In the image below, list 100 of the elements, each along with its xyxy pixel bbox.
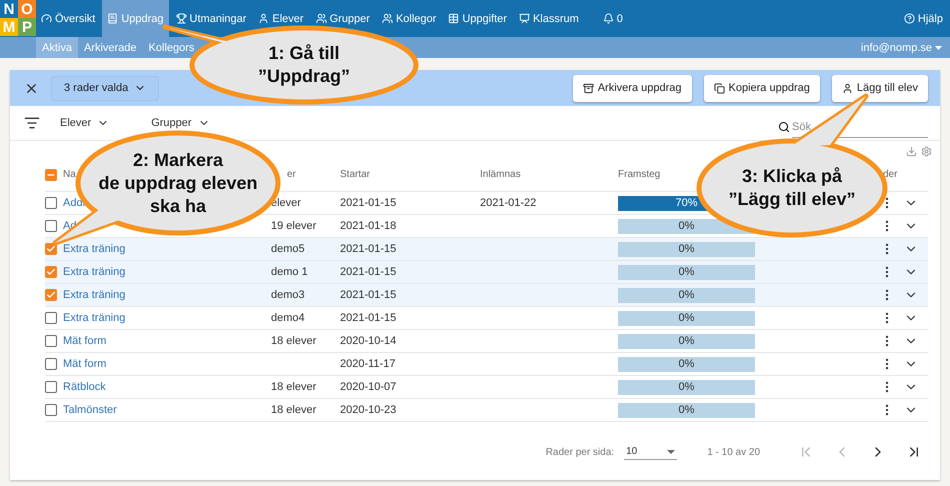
table-cell: 2021-01-15 <box>340 243 396 255</box>
filter-dropdown[interactable]: Elever <box>54 116 116 130</box>
progress-text: 0% <box>678 266 694 278</box>
table-cell: 18 elever <box>271 381 316 393</box>
assignment-link[interactable]: Extra träning <box>63 243 126 255</box>
progress-text: 0% <box>678 312 694 324</box>
page-range: 1 - 10 av 20 <box>707 446 760 458</box>
progress-text: 0% <box>678 220 694 232</box>
column-header: der <box>883 169 898 180</box>
table-cell: 2020-10-14 <box>340 335 396 347</box>
archive-icon <box>582 82 594 94</box>
bell-icon <box>602 13 614 24</box>
nav-item[interactable]: Grupper <box>310 0 375 37</box>
book-icon <box>107 13 118 24</box>
nav-item[interactable]: Uppgifter <box>443 0 512 37</box>
check-icon <box>46 290 56 300</box>
download-icon[interactable] <box>906 146 917 157</box>
table-cell: 2021-01-15 <box>340 266 396 278</box>
action-button[interactable]: Lägg till elev <box>832 74 928 102</box>
table-cell: demo5 <box>271 243 305 255</box>
sub-tab[interactable]: Arkiverade <box>78 37 143 58</box>
rows-per-page-label: Rader per sida: <box>546 446 614 458</box>
nav-item[interactable]: Översikt <box>36 0 100 37</box>
logo-letter: P <box>18 18 36 36</box>
table-cell: 18 elever <box>271 404 316 416</box>
person-icon <box>258 13 270 24</box>
table-cell: 19 elever <box>271 220 316 232</box>
nav-item[interactable]: Kollegor <box>376 0 442 37</box>
rows-per-page-select[interactable]: 10 <box>624 444 678 460</box>
checkbox[interactable] <box>45 220 57 232</box>
checkbox[interactable] <box>45 404 57 416</box>
logo-letter: O <box>18 0 36 18</box>
settings-icon[interactable] <box>921 146 932 157</box>
column-header: Inlämnas <box>480 169 521 180</box>
table-cell: demo3 <box>271 289 305 301</box>
selection-dropdown[interactable]: 3 rader valda <box>51 76 160 100</box>
nav-item[interactable]: 0 <box>598 0 628 37</box>
nav-item[interactable]: Uppdrag <box>102 0 169 37</box>
assignment-link[interactable]: Rätblock <box>63 381 106 393</box>
copy-icon <box>714 82 724 94</box>
account-menu[interactable]: info@nomp.se <box>860 37 950 58</box>
nav-item[interactable]: Utmaningar <box>170 0 252 37</box>
checkbox[interactable] <box>45 289 57 301</box>
assignment-link[interactable]: Mät form <box>63 335 106 347</box>
column-header: Framsteg <box>618 169 660 180</box>
progress-text: 0% <box>678 243 694 255</box>
check-icon <box>46 267 56 277</box>
checkbox[interactable] <box>45 381 57 393</box>
assignment-link[interactable]: Mät form <box>63 358 106 370</box>
caret-icon <box>935 46 942 50</box>
table-cell: 2021-01-18 <box>340 220 396 232</box>
assignment-link[interactable]: Extra träning <box>63 289 126 301</box>
table-cell: 2021-01-15 <box>340 197 396 209</box>
help-icon <box>904 13 915 24</box>
table-cell: 2021-01-22 <box>480 197 536 209</box>
assignment-link[interactable]: Extra träning <box>63 312 126 324</box>
column-header: Na <box>63 169 76 180</box>
progress-text: 0% <box>678 335 694 347</box>
caret-icon <box>667 450 676 454</box>
progress-text: 70% <box>675 197 698 209</box>
column-header: er <box>287 169 296 180</box>
table-cell: 2020-10-07 <box>340 381 396 393</box>
person-icon <box>842 82 853 94</box>
table-icon <box>448 13 460 24</box>
search-icon <box>778 121 790 133</box>
callout-text: 3: Klicka på ”Lägg till elev” <box>728 165 856 211</box>
table-cell: 2020-10-23 <box>340 404 396 416</box>
table-cell: 18 elever <box>271 335 316 347</box>
filter-dropdown[interactable]: Grupper <box>145 116 216 130</box>
trophy-icon <box>176 13 187 24</box>
people-icon <box>316 13 327 24</box>
help-link[interactable]: Hjälp <box>898 0 948 37</box>
checkbox[interactable] <box>45 335 57 347</box>
filter-icon[interactable] <box>24 115 40 131</box>
people-icon <box>382 13 393 24</box>
nav-item[interactable]: Klassrum <box>514 0 584 37</box>
sub-tab[interactable]: Kollegors <box>142 37 200 58</box>
checkbox[interactable] <box>45 312 57 324</box>
table-cell: 2021-01-15 <box>340 312 396 324</box>
action-button[interactable]: Kopiera uppdrag <box>704 74 820 102</box>
progress-text: 0% <box>678 358 694 370</box>
assignment-link[interactable]: Talmönster <box>63 404 117 416</box>
logo-letter: M <box>0 18 18 36</box>
nav-item[interactable]: Elever <box>253 0 309 37</box>
callout-text: 2: Markera de uppdrag eleven ska ha <box>98 148 258 218</box>
checkbox[interactable] <box>45 168 57 180</box>
table-cell: demo 1 <box>271 266 308 278</box>
checkbox[interactable] <box>45 266 57 278</box>
table-cell: 2020-11-17 <box>340 358 396 370</box>
checkbox[interactable] <box>45 243 57 255</box>
column-header: Startar <box>340 169 370 180</box>
checkbox[interactable] <box>45 197 57 209</box>
progress-text: 0% <box>678 404 694 416</box>
table-cell: 2021-01-15 <box>340 289 396 301</box>
check-icon <box>46 244 56 254</box>
assignment-link[interactable]: Extra träning <box>63 266 126 278</box>
action-button[interactable]: Arkivera uppdrag <box>572 74 692 102</box>
checkbox[interactable] <box>45 358 57 370</box>
board-icon <box>518 13 530 24</box>
table-cell: demo4 <box>271 312 305 324</box>
